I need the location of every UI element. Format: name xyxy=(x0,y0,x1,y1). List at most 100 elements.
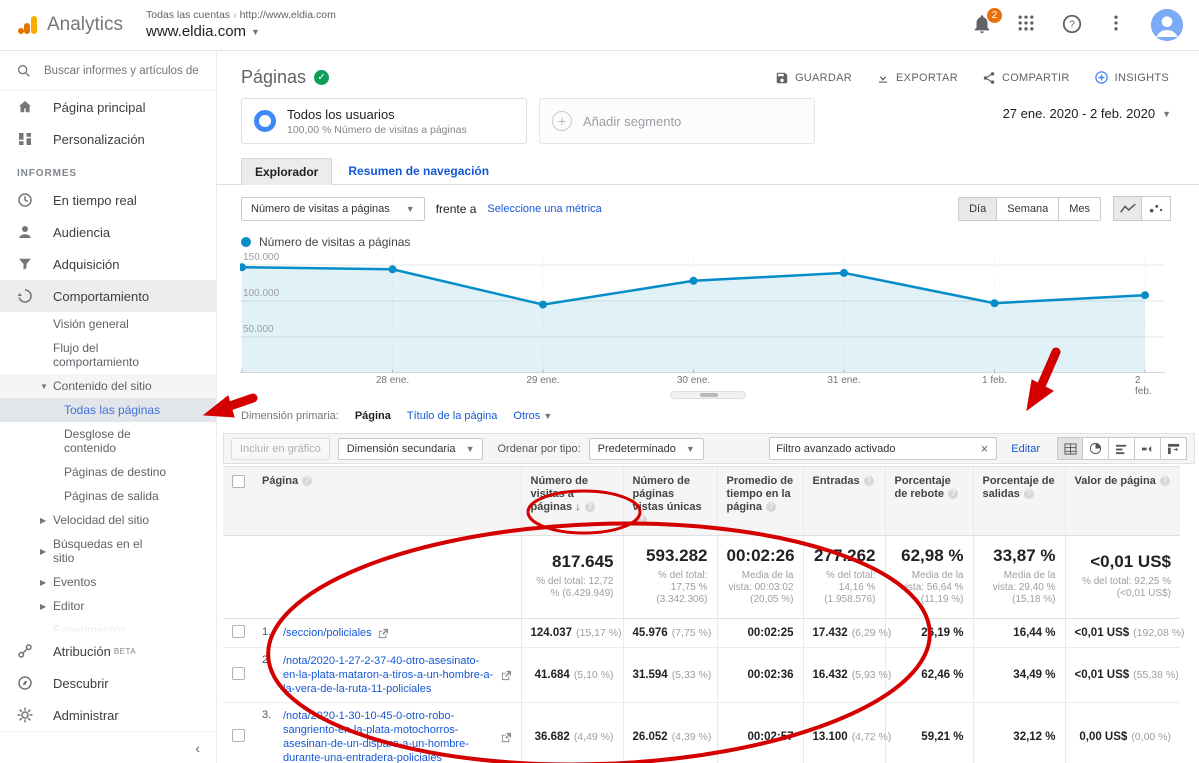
column-header-pageviews[interactable]: Número de visitas a páginas↓? xyxy=(521,467,623,536)
sidebar-item-site-content[interactable]: ▼ Contenido del sitio xyxy=(0,374,216,398)
dimension-page-title[interactable]: Título de la página xyxy=(407,410,498,422)
sidebar-item-discover[interactable]: Descubrir xyxy=(0,667,216,699)
sidebar-item-acquisition[interactable]: Adquisición xyxy=(0,248,216,280)
plus-icon: + xyxy=(552,111,572,131)
sidebar-item-site-speed[interactable]: ▶ Velocidad del sitio xyxy=(0,508,216,532)
select-metric-link[interactable]: Seleccione una métrica xyxy=(487,203,601,215)
help-icon[interactable]: ? xyxy=(637,515,647,525)
secondary-dimension-button[interactable]: Dimensión secundaria ▼ xyxy=(338,438,484,460)
row-checkbox[interactable] xyxy=(232,625,245,638)
external-link-icon[interactable] xyxy=(501,732,512,743)
column-header-bounce-rate[interactable]: Porcentaje de rebote? xyxy=(885,467,973,536)
column-header-unique-pageviews[interactable]: Número de páginas vistas únicas? xyxy=(623,467,717,536)
sidebar-item-home[interactable]: Página principal xyxy=(0,91,216,123)
notification-count-badge: 2 xyxy=(987,8,1002,23)
help-button[interactable]: ? xyxy=(1061,13,1085,37)
chart-scrollbar[interactable] xyxy=(670,391,746,399)
sidebar-search[interactable] xyxy=(0,51,216,91)
line-chart-mode-button[interactable] xyxy=(1113,196,1142,221)
add-segment-button[interactable]: + Añadir segmento xyxy=(539,98,815,144)
avatar[interactable] xyxy=(1151,9,1183,41)
sidebar-item-exit-pages[interactable]: Páginas de salida xyxy=(0,484,216,508)
external-link-icon[interactable] xyxy=(378,628,389,639)
view-pivot-button[interactable] xyxy=(1161,437,1187,460)
tab-navigation-summary[interactable]: Resumen de navegación xyxy=(332,158,505,184)
account-selector[interactable]: Todas las cuentas›http://www.eldia.com w… xyxy=(146,9,336,42)
segment-name: Todos los usuarios xyxy=(287,107,467,122)
close-icon[interactable]: × xyxy=(979,441,991,456)
column-header-entrances[interactable]: Entradas? xyxy=(803,467,885,536)
motion-chart-mode-button[interactable] xyxy=(1142,196,1171,221)
x-axis-tick-label: 1 feb. xyxy=(982,375,1007,386)
sort-type-button[interactable]: Predeterminado ▼ xyxy=(589,438,704,460)
sidebar-item-realtime[interactable]: En tiempo real xyxy=(0,184,216,216)
help-icon[interactable]: ? xyxy=(585,502,595,512)
help-icon[interactable]: ? xyxy=(302,476,312,486)
date-range-picker[interactable]: 27 ene. 2020 - 2 feb. 2020 ▼ xyxy=(1003,98,1171,121)
help-icon[interactable]: ? xyxy=(766,502,776,512)
sidebar-item-landing-pages[interactable]: Páginas de destino xyxy=(0,460,216,484)
save-icon xyxy=(775,71,789,85)
search-input[interactable] xyxy=(44,65,202,77)
sidebar-item-customization[interactable]: Personalización xyxy=(0,123,216,155)
page-link[interactable]: /seccion/policiales xyxy=(283,626,372,640)
metric-dropdown[interactable]: Número de visitas a páginas ▼ xyxy=(241,197,425,221)
row-checkbox[interactable] xyxy=(232,729,245,742)
sidebar-item-site-search[interactable]: ▶ Búsquedas en el sitio xyxy=(0,532,216,570)
insights-button[interactable]: INSIGHTS xyxy=(1094,70,1169,85)
granularity-month-button[interactable]: Mes xyxy=(1059,197,1101,221)
row-checkbox[interactable] xyxy=(232,667,245,680)
view-comparison-button[interactable] xyxy=(1135,437,1161,460)
tab-explorer[interactable]: Explorador xyxy=(241,158,332,185)
dimension-other[interactable]: Otros ▼ xyxy=(513,410,552,422)
sort-type-label: Ordenar por tipo: xyxy=(497,443,580,455)
plot-rows-button[interactable]: Incluir en gráfico xyxy=(231,438,330,460)
chevron-down-icon: ▼ xyxy=(251,27,260,38)
share-button[interactable]: COMPARTIR xyxy=(982,71,1070,85)
column-header-exit-rate[interactable]: Porcentaje de salidas? xyxy=(973,467,1065,536)
column-header-page-value[interactable]: Valor de página? xyxy=(1065,467,1180,536)
apps-grid-button[interactable] xyxy=(1016,13,1040,37)
sidebar-item-behavior-overview[interactable]: Visión general xyxy=(0,312,216,336)
page-link[interactable]: /nota/2020-1-30-10-45-0-otro-robo-sangri… xyxy=(283,709,495,763)
granularity-day-button[interactable]: Día xyxy=(958,197,997,221)
chevron-down-icon: ▼ xyxy=(1162,109,1171,119)
overflow-menu-button[interactable] xyxy=(1106,13,1130,37)
report-tabs: Explorador Resumen de navegación xyxy=(217,158,1199,185)
sidebar-item-editor[interactable]: ▶ Editor xyxy=(0,594,216,618)
view-performance-button[interactable] xyxy=(1109,437,1135,460)
export-button[interactable]: EXPORTAR xyxy=(876,71,958,85)
sidebar-item-audience[interactable]: Audiencia xyxy=(0,216,216,248)
page-link[interactable]: /nota/2020-1-27-2-37-40-otro-asesinato-e… xyxy=(283,654,495,696)
sidebar-item-behavior-flow[interactable]: Flujo del comportamiento xyxy=(0,336,216,374)
edit-filter-link[interactable]: Editar xyxy=(1011,443,1040,455)
page-title: Páginas ✓ xyxy=(241,67,329,88)
help-icon[interactable]: ? xyxy=(948,489,958,499)
chevron-down-icon: ▼ xyxy=(686,444,695,454)
help-icon[interactable]: ? xyxy=(1160,476,1170,486)
sidebar-item-attribution[interactable]: Atribución BETA xyxy=(0,635,216,667)
select-all-checkbox[interactable] xyxy=(232,475,245,488)
view-percentage-button[interactable] xyxy=(1083,437,1109,460)
sidebar-item-content-drilldown[interactable]: Desglose de contenido xyxy=(0,422,216,460)
sidebar-item-admin[interactable]: Administrar xyxy=(0,699,216,731)
help-icon[interactable]: ? xyxy=(864,476,874,486)
advanced-filter-chip[interactable]: Filtro avanzado activado × xyxy=(769,437,997,460)
column-header-page[interactable]: Página? xyxy=(253,467,521,536)
analytics-logo[interactable]: Analytics xyxy=(0,13,132,37)
dimension-page[interactable]: Página xyxy=(355,410,391,422)
granularity-week-button[interactable]: Semana xyxy=(997,197,1059,221)
sidebar-item-events[interactable]: ▶ Eventos xyxy=(0,570,216,594)
comparison-view-icon xyxy=(1141,443,1154,455)
external-link-icon[interactable] xyxy=(501,670,512,681)
notifications-button[interactable]: 2 xyxy=(971,13,995,37)
help-icon[interactable]: ? xyxy=(1024,489,1034,499)
save-button[interactable]: GUARDAR xyxy=(775,71,852,85)
view-table-button[interactable] xyxy=(1057,437,1083,460)
segment-card-all-users[interactable]: Todos los usuarios 100,00 % Número de vi… xyxy=(241,98,527,144)
column-header-avg-time[interactable]: Promedio de tiempo en la página? xyxy=(717,467,803,536)
sidebar-item-all-pages[interactable]: Todas las páginas xyxy=(0,398,216,422)
y-axis-tick-label: 100.000 xyxy=(243,288,279,299)
sidebar-item-behavior[interactable]: Comportamiento xyxy=(0,280,216,312)
sidebar-collapse-button[interactable]: ‹ xyxy=(0,731,216,763)
